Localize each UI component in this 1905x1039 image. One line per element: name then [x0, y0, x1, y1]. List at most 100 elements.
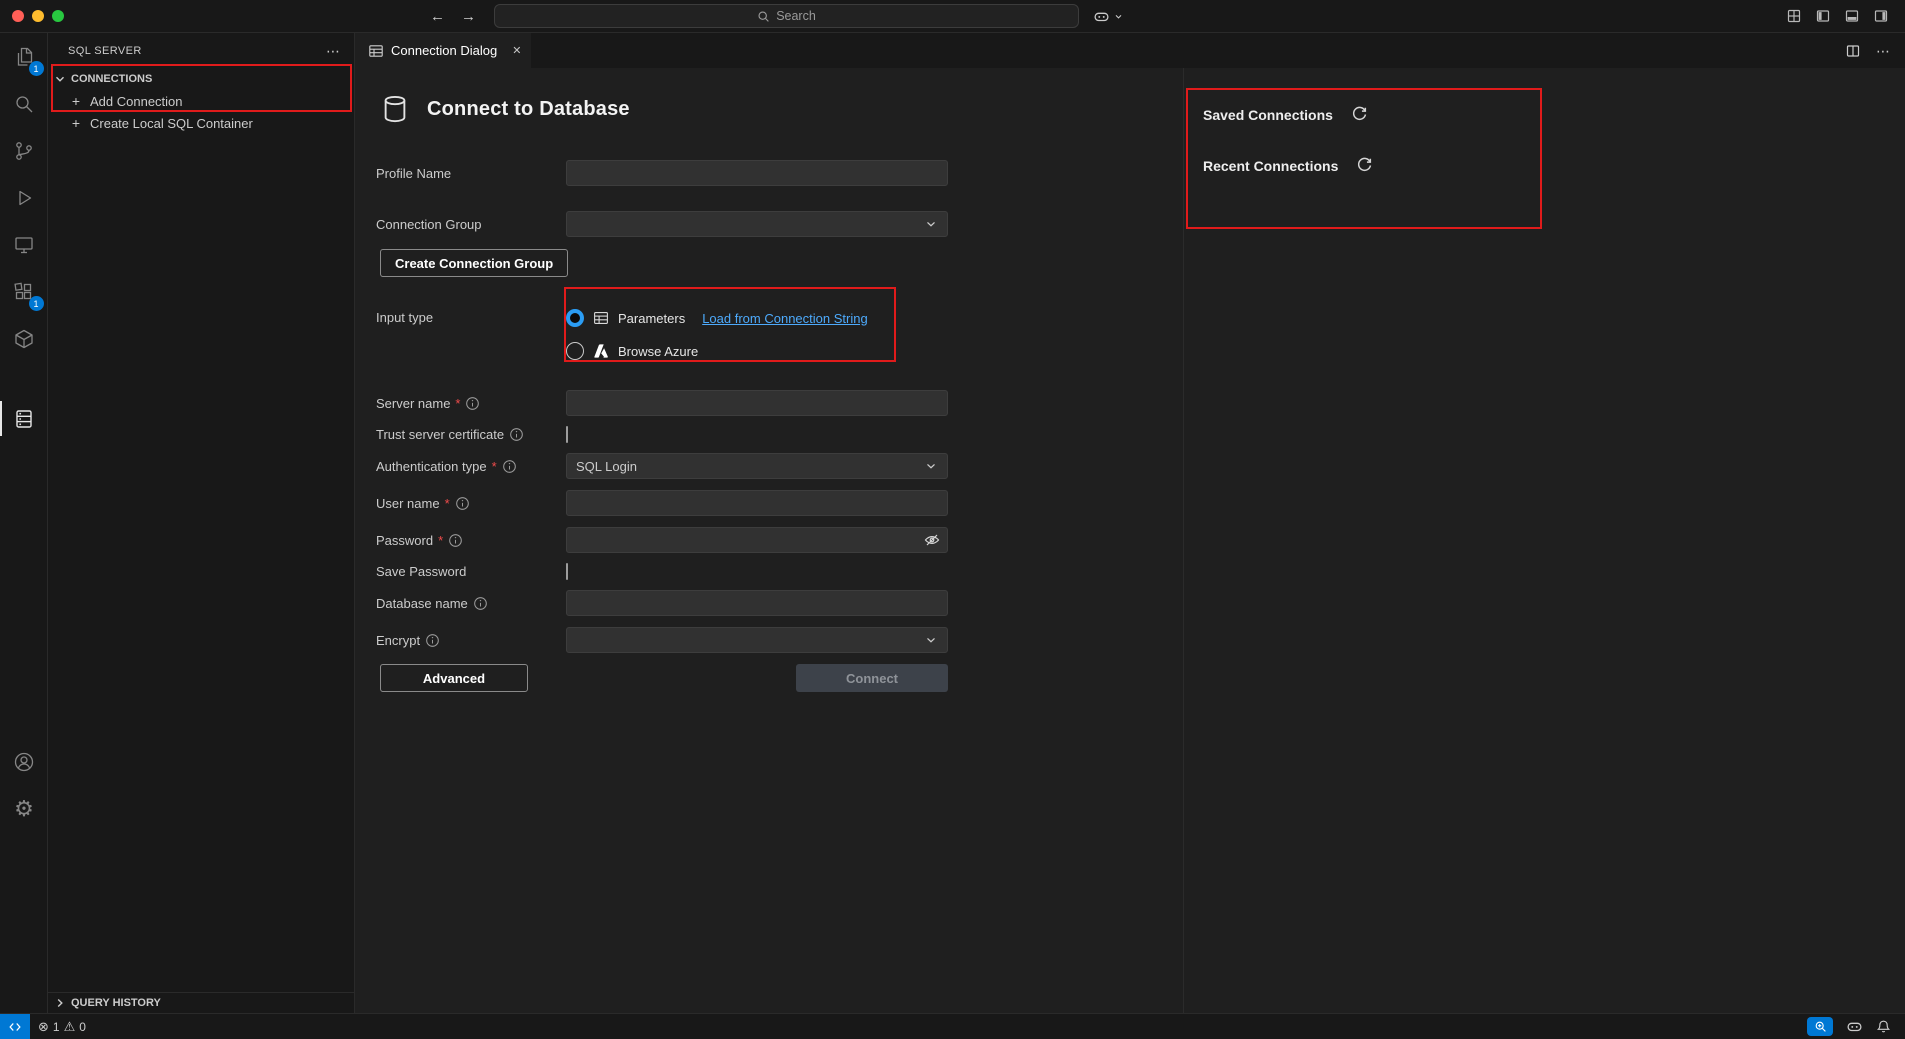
toggle-panel-icon[interactable]: [1844, 8, 1860, 24]
refresh-icon[interactable]: [1351, 106, 1368, 123]
save-password-label: Save Password: [376, 564, 466, 579]
info-icon[interactable]: [425, 633, 440, 648]
database-name-label: Database name: [376, 596, 468, 611]
parameters-radio[interactable]: [566, 309, 584, 327]
saved-connections-title: Saved Connections: [1203, 107, 1333, 123]
sidebar-item-accounts[interactable]: [0, 738, 48, 785]
editor-more-actions-icon[interactable]: ⋯: [1876, 44, 1890, 58]
connections-section-header[interactable]: CONNECTIONS: [48, 68, 354, 90]
close-window-button[interactable]: [12, 10, 24, 22]
sidebar-item-sql-server[interactable]: [0, 395, 48, 442]
sidebar-more-actions-icon[interactable]: ⋯: [326, 44, 340, 58]
sidebar-item-source-control[interactable]: [0, 127, 48, 174]
toggle-password-visibility-icon[interactable]: [924, 532, 940, 548]
info-icon[interactable]: [502, 459, 517, 474]
zoom-status-icon[interactable]: [1807, 1017, 1833, 1036]
close-tab-icon[interactable]: ✕: [512, 44, 521, 57]
info-icon[interactable]: [509, 427, 524, 442]
remote-indicator[interactable]: [0, 1014, 30, 1039]
sidebar-item-explorer[interactable]: 1: [0, 33, 48, 80]
browse-azure-option: Browse Azure: [566, 338, 868, 364]
query-history-section-header[interactable]: QUERY HISTORY: [48, 992, 354, 1013]
toggle-secondary-sidebar-icon[interactable]: [1873, 8, 1889, 24]
chevron-down-icon: [1114, 12, 1123, 21]
authentication-type-select[interactable]: SQL Login: [566, 453, 948, 479]
user-name-input[interactable]: [566, 490, 948, 516]
sidebar-item-settings[interactable]: ⚙: [0, 785, 48, 832]
tab-bar: Connection Dialog ✕ ⋯: [355, 33, 1905, 68]
search-icon: [12, 92, 36, 116]
save-password-checkbox[interactable]: [566, 563, 568, 580]
input-type-radio-group: Parameters Load from Connection String B…: [566, 305, 868, 364]
workbench: 1 1: [0, 33, 1905, 1013]
sidebar-item-remote-explorer[interactable]: [0, 221, 48, 268]
dialog-heading: Connect to Database: [380, 94, 1183, 124]
maximize-window-button[interactable]: [52, 10, 64, 22]
account-icon: [12, 750, 36, 774]
browse-azure-radio-label: Browse Azure: [618, 344, 698, 359]
chevron-right-icon: [52, 995, 68, 1011]
refresh-icon[interactable]: [1356, 157, 1373, 174]
info-icon[interactable]: [455, 496, 470, 511]
create-local-sql-container-item[interactable]: + Create Local SQL Container: [48, 112, 354, 134]
input-type-row: Input type Parameters Load from Connecti…: [376, 305, 1183, 364]
tab-connection-dialog[interactable]: Connection Dialog ✕: [355, 33, 531, 68]
encrypt-select[interactable]: [566, 627, 948, 653]
parameters-table-icon: [593, 310, 609, 326]
toggle-sidebar-icon[interactable]: [1815, 8, 1831, 24]
connect-button[interactable]: Connect: [796, 664, 948, 692]
input-type-label: Input type: [376, 310, 433, 325]
status-bar-right: [1807, 1017, 1905, 1036]
search-icon: [757, 10, 770, 23]
required-asterisk: *: [438, 533, 443, 548]
editor-group: Connection Dialog ✕ ⋯ Connect to Databas…: [355, 33, 1905, 1013]
authentication-type-label: Authentication type: [376, 459, 487, 474]
notifications-bell-icon[interactable]: [1876, 1019, 1891, 1034]
add-connection-item[interactable]: + Add Connection: [48, 90, 354, 112]
info-icon[interactable]: [465, 396, 480, 411]
error-count: 1: [53, 1020, 60, 1034]
parameters-radio-label: Parameters: [618, 311, 685, 326]
sidebar-item-containers[interactable]: [0, 315, 48, 362]
forward-icon[interactable]: →: [461, 9, 476, 24]
server-name-row: Server name *: [376, 390, 1183, 416]
copilot-icon: [1093, 8, 1110, 25]
back-icon[interactable]: ←: [430, 9, 445, 24]
tab-label: Connection Dialog: [391, 43, 497, 58]
copilot-menu[interactable]: [1093, 8, 1123, 25]
problems-status[interactable]: ⊗ 1 ⚠ 0: [38, 1019, 86, 1035]
password-input[interactable]: [566, 527, 948, 553]
server-name-input[interactable]: [566, 390, 948, 416]
status-bar: ⊗ 1 ⚠ 0: [0, 1013, 1905, 1039]
sidebar-item-search[interactable]: [0, 80, 48, 127]
profile-name-label: Profile Name: [376, 166, 451, 181]
trust-server-certificate-label: Trust server certificate: [376, 427, 504, 442]
trust-server-certificate-row: Trust server certificate: [376, 427, 1183, 442]
info-icon[interactable]: [448, 533, 463, 548]
browse-azure-radio[interactable]: [566, 342, 584, 360]
query-history-label: QUERY HISTORY: [71, 997, 161, 1009]
database-icon: [380, 94, 410, 124]
trust-server-certificate-checkbox[interactable]: [566, 426, 568, 443]
user-name-row: User name *: [376, 490, 1183, 516]
minimize-window-button[interactable]: [32, 10, 44, 22]
search-placeholder: Search: [776, 9, 816, 23]
profile-name-input[interactable]: [566, 160, 948, 186]
database-server-icon: [12, 407, 36, 431]
load-from-connection-string-link[interactable]: Load from Connection String: [702, 311, 867, 326]
copilot-status-icon[interactable]: [1846, 1018, 1863, 1035]
gear-icon: ⚙: [14, 798, 34, 820]
split-editor-icon[interactable]: [1845, 43, 1861, 59]
info-icon[interactable]: [473, 596, 488, 611]
extensions-badge: 1: [29, 296, 44, 311]
save-password-row: Save Password: [376, 564, 1183, 579]
connection-group-select[interactable]: [566, 211, 948, 237]
create-connection-group-button[interactable]: Create Connection Group: [380, 249, 568, 277]
advanced-button[interactable]: Advanced: [380, 664, 528, 692]
command-center-search[interactable]: Search: [494, 4, 1079, 28]
cube-icon: [12, 327, 36, 351]
sidebar-item-extensions[interactable]: 1: [0, 268, 48, 315]
database-name-input[interactable]: [566, 590, 948, 616]
grid-layout-icon[interactable]: [1786, 8, 1802, 24]
sidebar-item-run-debug[interactable]: [0, 174, 48, 221]
